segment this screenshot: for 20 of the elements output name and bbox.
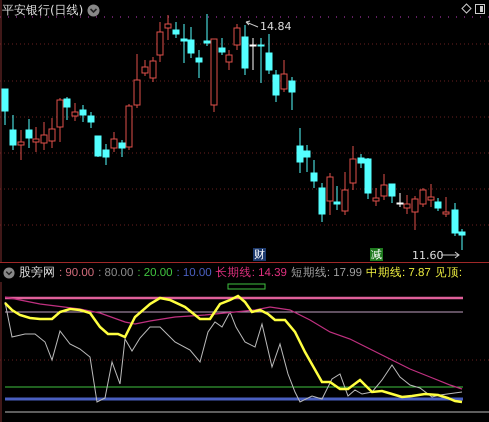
legend-value: : 10.00 bbox=[176, 266, 212, 278]
high-arrow-icon bbox=[246, 20, 258, 28]
dropdown-icon[interactable] bbox=[87, 4, 100, 17]
signal-tag: 减 bbox=[370, 248, 383, 261]
indicator-name: 股旁网 bbox=[19, 264, 55, 281]
legend-value: 长期线: 14.39 bbox=[216, 266, 287, 280]
window-icon[interactable] bbox=[475, 4, 485, 14]
signal-box-icon bbox=[228, 284, 266, 290]
legend-value: 中期线: 7.87 bbox=[366, 266, 431, 280]
chart-title: 平安银行(日线) bbox=[2, 2, 84, 19]
signal-tag: 财 bbox=[253, 248, 266, 261]
legend-value: : 80.00 bbox=[98, 266, 134, 278]
legend-value: : 20.00 bbox=[137, 266, 173, 278]
dropdown-icon[interactable] bbox=[3, 266, 15, 278]
legend-value: : 90.00 bbox=[59, 266, 94, 278]
low-price-label: 11.60 bbox=[412, 249, 444, 262]
legend-value: 见顶: bbox=[434, 266, 462, 280]
diamond-icon[interactable] bbox=[461, 3, 472, 14]
high-price-label: 14.84 bbox=[260, 20, 292, 33]
legend-value: 短期线: 17.99 bbox=[290, 266, 362, 280]
